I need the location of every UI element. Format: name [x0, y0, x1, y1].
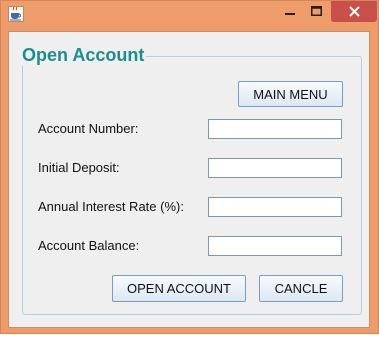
maximize-button[interactable] [306, 1, 326, 21]
application-window: Open Account MAIN MENU Account Number: I… [0, 0, 379, 334]
close-icon [348, 6, 360, 17]
annual-interest-rate-field[interactable] [208, 197, 342, 217]
minimize-button[interactable] [280, 1, 300, 21]
group-title: Open Account [20, 44, 147, 66]
close-button[interactable] [331, 1, 377, 22]
title-bar[interactable] [1, 1, 378, 27]
account-balance-field[interactable] [208, 236, 342, 256]
java-coffee-cup-icon[interactable] [8, 6, 24, 22]
minimize-icon [285, 13, 295, 15]
annual-interest-rate-label: Annual Interest Rate (%): [38, 199, 184, 214]
account-number-field[interactable] [208, 119, 342, 139]
account-balance-label: Account Balance: [38, 238, 140, 253]
account-number-label: Account Number: [38, 121, 139, 136]
initial-deposit-label: Initial Deposit: [38, 160, 120, 175]
cancel-button[interactable]: CANCLE [259, 275, 343, 302]
main-menu-button[interactable]: MAIN MENU [238, 81, 343, 107]
maximize-icon [310, 6, 322, 16]
initial-deposit-field[interactable] [208, 158, 342, 178]
open-account-button[interactable]: OPEN ACCOUNT [112, 275, 246, 302]
